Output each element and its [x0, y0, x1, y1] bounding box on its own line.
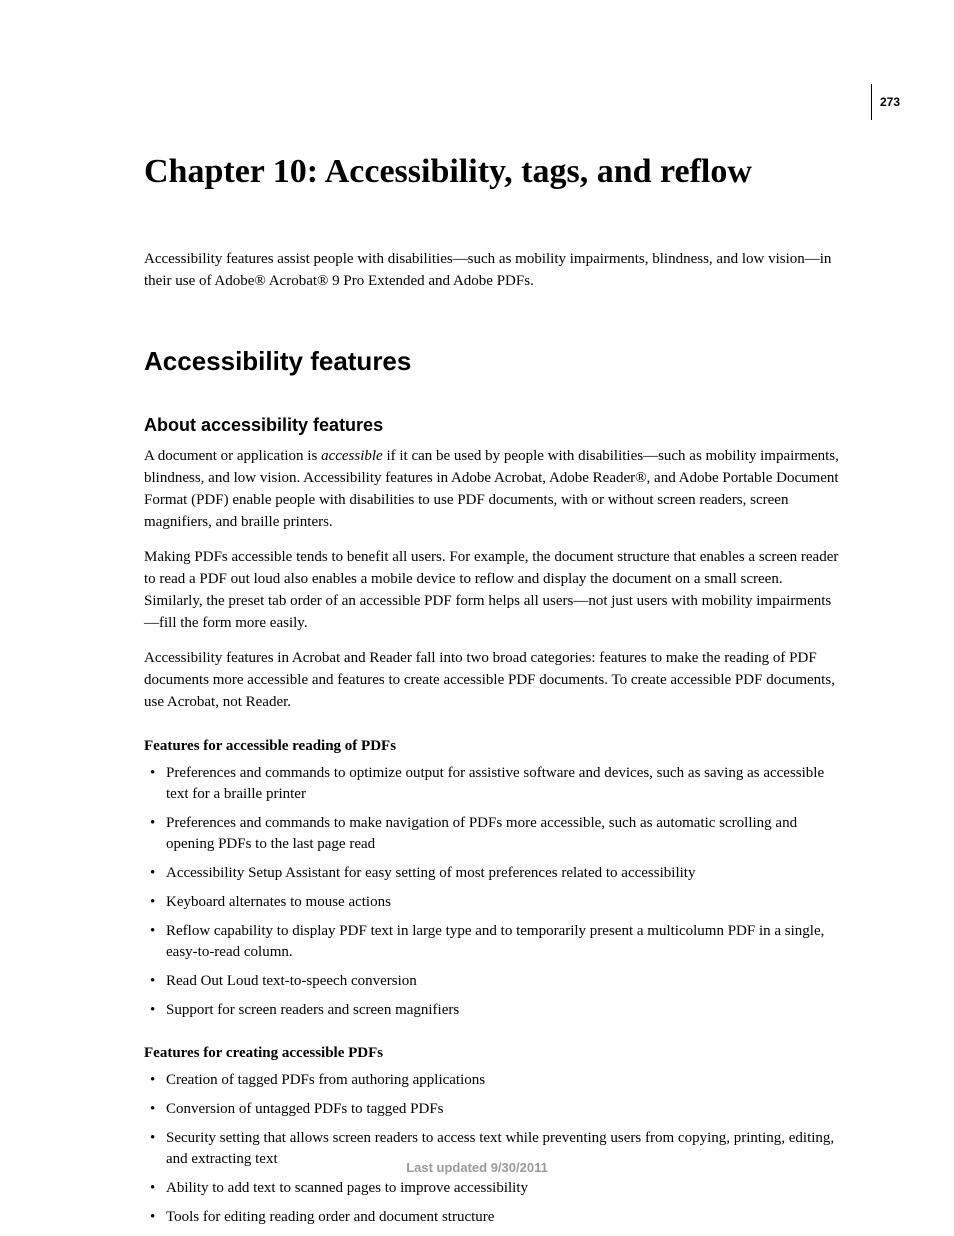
- list-item: Accessibility Setup Assistant for easy s…: [144, 863, 844, 884]
- page-content: Chapter 10: Accessibility, tags, and ref…: [144, 152, 844, 1236]
- page-number-rule: [871, 84, 872, 120]
- feature-list-creating: Creation of tagged PDFs from authoring a…: [144, 1070, 844, 1228]
- emphasis: accessible: [321, 448, 383, 464]
- subsection-title: About accessibility features: [144, 415, 844, 436]
- body-paragraph: Accessibility features in Acrobat and Re…: [144, 648, 844, 713]
- chapter-title: Chapter 10: Accessibility, tags, and ref…: [144, 152, 844, 193]
- list-item: Tools for editing reading order and docu…: [144, 1207, 844, 1228]
- list-item: Reflow capability to display PDF text in…: [144, 921, 844, 963]
- list-item: Preferences and commands to optimize out…: [144, 763, 844, 805]
- list-item: Conversion of untagged PDFs to tagged PD…: [144, 1099, 844, 1120]
- text-run: A document or application is: [144, 448, 321, 464]
- list-item: Read Out Loud text-to-speech conversion: [144, 971, 844, 992]
- list-item: Keyboard alternates to mouse actions: [144, 892, 844, 913]
- list-item: Ability to add text to scanned pages to …: [144, 1178, 844, 1199]
- body-paragraph: Making PDFs accessible tends to benefit …: [144, 547, 844, 634]
- body-paragraph: A document or application is accessible …: [144, 446, 844, 533]
- list-item: Preferences and commands to make navigat…: [144, 813, 844, 855]
- page-footer: Last updated 9/30/2011: [0, 1160, 954, 1175]
- page-number-block: 273: [871, 84, 900, 120]
- list-heading-reading: Features for accessible reading of PDFs: [144, 738, 844, 755]
- chapter-intro: Accessibility features assist people wit…: [144, 249, 844, 293]
- list-item: Creation of tagged PDFs from authoring a…: [144, 1070, 844, 1091]
- section-title: Accessibility features: [144, 346, 844, 377]
- list-item: Support for screen readers and screen ma…: [144, 1000, 844, 1021]
- page-number: 273: [880, 95, 900, 109]
- list-heading-creating: Features for creating accessible PDFs: [144, 1045, 844, 1062]
- feature-list-reading: Preferences and commands to optimize out…: [144, 763, 844, 1021]
